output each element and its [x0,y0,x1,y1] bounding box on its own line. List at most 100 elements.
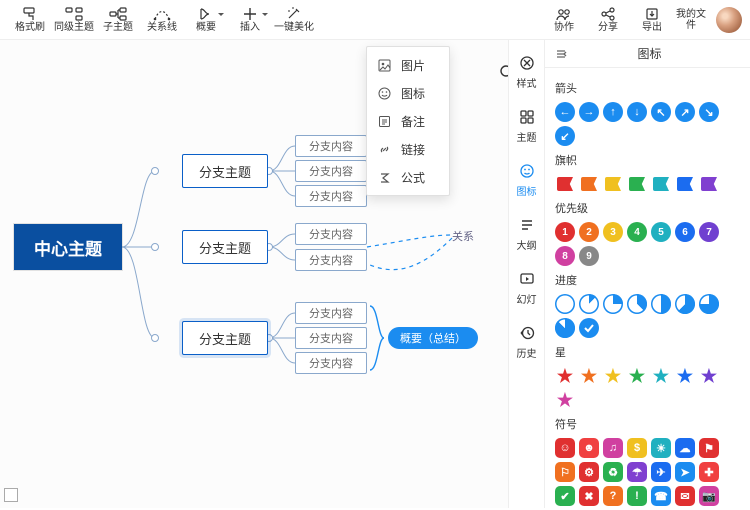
panel-icon-symbols[interactable]: ➤ [675,462,695,482]
panel-icon-symbols[interactable]: ⚐ [555,462,575,482]
panel-icon-flags[interactable] [699,174,719,194]
leaf-node[interactable]: 分支内容 [295,352,367,374]
panel-icon-priority[interactable]: 8 [555,246,575,266]
tool-relation-line[interactable]: 关系线 [140,1,184,39]
tool-format-painter[interactable]: 格式刷 [8,1,52,39]
panel-icon-flags[interactable] [603,174,623,194]
rail-slideshow[interactable]: 幻灯 [511,270,543,306]
leaf-node[interactable]: 分支内容 [295,302,367,324]
panel-icon-progress[interactable] [651,294,671,314]
tool-collaborate[interactable]: 协作 [542,1,586,39]
panel-icon-symbols[interactable]: ✈ [651,462,671,482]
panel-icon-progress[interactable] [603,294,623,314]
panel-icon-flags[interactable] [627,174,647,194]
panel-icon-arrows[interactable]: → [579,102,599,122]
panel-icon-arrows[interactable]: ↖ [651,102,671,122]
tool-beautify[interactable]: 一键美化 [272,1,316,39]
leaf-node[interactable]: 分支内容 [295,135,367,157]
panel-icon-stars[interactable]: ★ [627,366,647,386]
panel-icon-symbols[interactable]: ♻ [603,462,623,482]
minimap-toggle[interactable] [4,488,18,502]
rail-history[interactable]: 历史 [511,324,543,360]
insert-note[interactable]: 备注 [367,107,449,135]
panel-scroll-area[interactable]: 箭头←→↑↓↖↗↘↙旗帜优先级123456789进度星★★★★★★★★符号☺☻♫… [545,68,750,508]
panel-icon-progress[interactable] [555,318,575,338]
panel-icon-priority[interactable]: 4 [627,222,647,242]
panel-icon-arrows[interactable]: ↗ [675,102,695,122]
panel-icon-symbols[interactable]: ♫ [603,438,623,458]
tool-sub-topic[interactable]: 子主题 [96,1,140,39]
panel-icon-arrows[interactable]: ↑ [603,102,623,122]
leaf-node[interactable]: 分支内容 [295,223,367,245]
panel-icon-symbols[interactable]: ✖ [579,486,599,506]
panel-icon-flags[interactable] [555,174,575,194]
panel-icon-arrows[interactable]: ↓ [627,102,647,122]
panel-icon-symbols[interactable]: ☁ [675,438,695,458]
tool-insert[interactable]: 插入 [228,1,272,39]
panel-icon-symbols[interactable]: ☀ [651,438,671,458]
panel-icon-flags[interactable] [651,174,671,194]
panel-icon-stars[interactable]: ★ [699,366,719,386]
insert-link[interactable]: 链接 [367,135,449,163]
panel-icon-priority[interactable]: 7 [699,222,719,242]
leaf-node[interactable]: 分支内容 [295,327,367,349]
panel-icon-priority[interactable]: 2 [579,222,599,242]
panel-icon-stars[interactable]: ★ [651,366,671,386]
panel-icon-stars[interactable]: ★ [555,366,575,386]
panel-icon-symbols[interactable]: ⚙ [579,462,599,482]
panel-icon-progress[interactable] [699,294,719,314]
panel-icon-symbols[interactable]: ✚ [699,462,719,482]
tool-export[interactable]: 导出 [630,1,674,39]
panel-icon-progress[interactable] [555,294,575,314]
panel-icon-symbols[interactable]: ☂ [627,462,647,482]
panel-icon-priority[interactable]: 9 [579,246,599,266]
tool-my-files[interactable]: 我的文件 [674,1,708,39]
canvas[interactable]: 中心主题 分支主题 分支主题 分支主题 分支内容 分支内容 分支内容 分支内容 … [0,40,544,508]
panel-icon-progress[interactable] [579,294,599,314]
tool-sibling-topic[interactable]: 同级主题 [52,1,96,39]
panel-icon-arrows[interactable]: ↘ [699,102,719,122]
panel-icon-symbols[interactable]: ☎ [651,486,671,506]
summary-node[interactable]: 概要（总结） [388,327,478,349]
panel-icon-progress[interactable] [675,294,695,314]
rail-style[interactable]: 样式 [511,54,543,90]
leaf-node[interactable]: 分支内容 [295,185,367,207]
center-topic-node[interactable]: 中心主题 [14,224,122,270]
panel-icon-priority[interactable]: 3 [603,222,623,242]
tool-summary[interactable]: 概要 [184,1,228,39]
panel-icon-stars[interactable]: ★ [555,390,575,410]
leaf-node[interactable]: 分支内容 [295,249,367,271]
insert-formula[interactable]: 公式 [367,163,449,191]
relation-label[interactable]: 关系 [452,228,474,244]
panel-icon-progress[interactable] [627,294,647,314]
panel-icon-progress[interactable] [579,318,599,338]
panel-icon-priority[interactable]: 1 [555,222,575,242]
panel-icon-symbols[interactable]: ? [603,486,623,506]
tool-share[interactable]: 分享 [586,1,630,39]
insert-image[interactable]: 图片 [367,51,449,79]
panel-icon-stars[interactable]: ★ [603,366,623,386]
panel-collapse-button[interactable] [549,42,573,66]
panel-icon-symbols[interactable]: ✔ [555,486,575,506]
rail-theme[interactable]: 主题 [511,108,543,144]
user-avatar[interactable] [716,7,742,33]
panel-icon-priority[interactable]: 6 [675,222,695,242]
rail-icons[interactable]: 图标 [511,162,543,198]
branch-node-1[interactable]: 分支主题 [182,154,268,188]
panel-icon-symbols[interactable]: 📷 [699,486,719,506]
panel-icon-stars[interactable]: ★ [675,366,695,386]
leaf-node[interactable]: 分支内容 [295,160,367,182]
panel-icon-priority[interactable]: 5 [651,222,671,242]
panel-icon-symbols[interactable]: ! [627,486,647,506]
panel-icon-symbols[interactable]: ☺ [555,438,575,458]
panel-icon-symbols[interactable]: $ [627,438,647,458]
panel-icon-symbols[interactable]: ✉ [675,486,695,506]
branch-node-3[interactable]: 分支主题 [182,321,268,355]
branch-node-2[interactable]: 分支主题 [182,230,268,264]
panel-icon-arrows[interactable]: ← [555,102,575,122]
panel-icon-flags[interactable] [675,174,695,194]
rail-outline[interactable]: 大纲 [511,216,543,252]
panel-icon-stars[interactable]: ★ [579,366,599,386]
panel-icon-symbols[interactable]: ⚑ [699,438,719,458]
insert-icon[interactable]: 图标 [367,79,449,107]
